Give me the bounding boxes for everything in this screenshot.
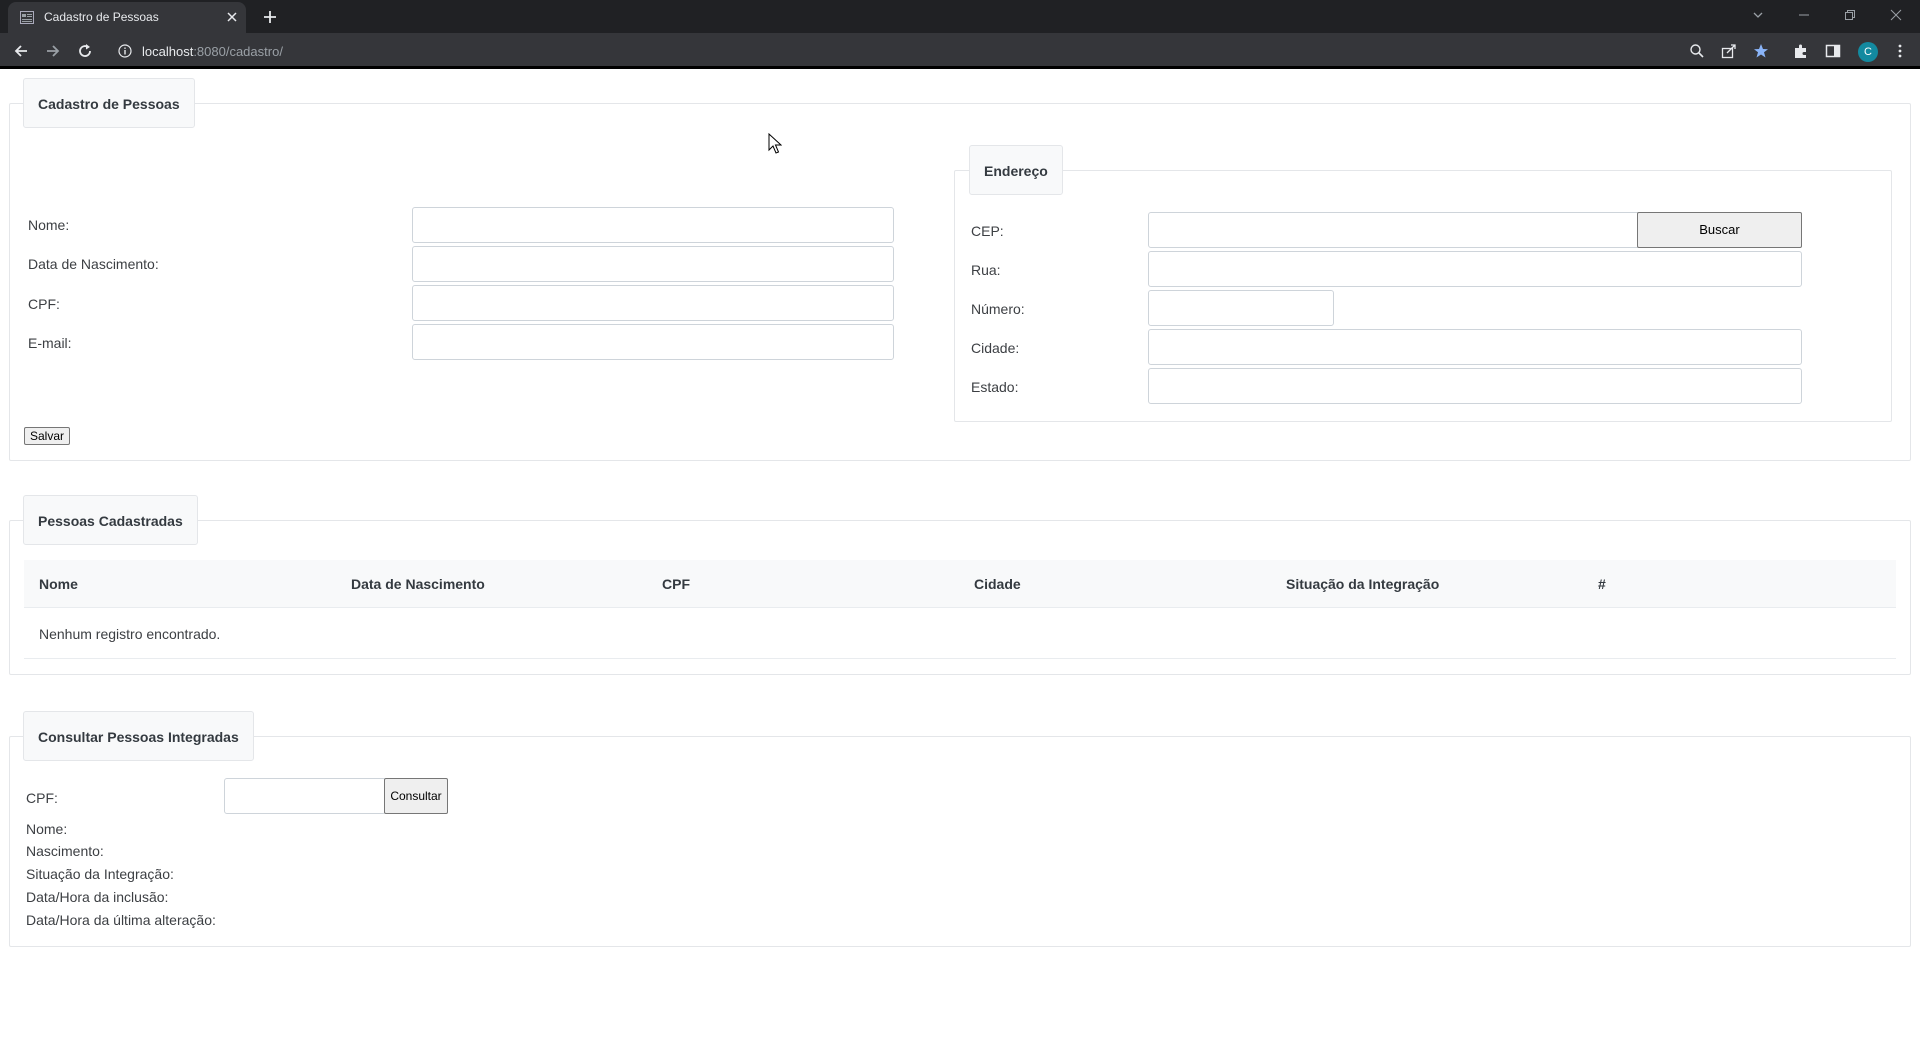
salvar-button[interactable]: Salvar [24, 427, 71, 445]
consulta-legend: Consultar Pessoas Integradas [23, 711, 254, 761]
endereco-legend: Endereço [969, 145, 1063, 195]
mouse-cursor-icon [768, 133, 782, 154]
numero-input[interactable] [1148, 290, 1334, 326]
pessoas-table-header: Nome Data de Nascimento CPF Cidade Situa… [24, 560, 1896, 608]
column-header-nome[interactable]: Nome [39, 576, 78, 592]
consulta-inclusao-label: Data/Hora da inclusão: [26, 889, 169, 905]
address-bar[interactable]: localhost:8080/cadastro/ [110, 38, 1770, 64]
close-window-icon[interactable] [1873, 0, 1919, 30]
rua-label: Rua: [971, 262, 1001, 278]
cidade-input[interactable] [1148, 329, 1802, 365]
estado-input[interactable] [1148, 368, 1802, 404]
column-header-cidade[interactable]: Cidade [974, 576, 1021, 592]
consulta-cpf-input[interactable] [224, 778, 386, 814]
url-text: localhost:8080/cadastro/ [142, 44, 283, 59]
rua-input[interactable] [1148, 251, 1802, 287]
new-tab-plus-icon[interactable] [256, 5, 284, 29]
tab-search-chevron-icon[interactable] [1735, 0, 1781, 30]
consulta-nascimento-label: Nascimento: [26, 843, 104, 859]
email-label: E-mail: [28, 335, 72, 351]
cidade-label: Cidade: [971, 340, 1020, 356]
consulta-cpf-label: CPF: [26, 790, 58, 806]
table-row: Nenhum registro encontrado. [24, 609, 1896, 659]
nome-label: Nome: [28, 217, 70, 233]
consulta-alteracao-label: Data/Hora da última alteração: [26, 912, 216, 928]
consulta-card [9, 736, 1911, 947]
reload-icon[interactable] [76, 42, 94, 60]
cpf-input[interactable] [412, 285, 894, 321]
share-icon[interactable] [1721, 43, 1737, 59]
column-header-situacao[interactable]: Situação da Integração [1286, 576, 1439, 592]
browser-toolbar: localhost:8080/cadastro/ C [0, 33, 1920, 69]
estado-label: Estado: [971, 379, 1019, 395]
restore-icon[interactable] [1827, 0, 1873, 30]
column-header-nascimento[interactable]: Data de Nascimento [351, 576, 485, 592]
numero-label: Número: [971, 301, 1025, 317]
browser-tab-strip: Cadastro de Pessoas [0, 0, 1920, 33]
site-info-icon[interactable] [118, 44, 132, 58]
buscar-button[interactable]: Buscar [1637, 212, 1802, 248]
cep-label: CEP: [971, 223, 1004, 239]
column-header-cpf[interactable]: CPF [662, 576, 690, 592]
nascimento-input[interactable] [412, 246, 894, 282]
empty-table-message: Nenhum registro encontrado. [39, 626, 221, 642]
nascimento-label: Data de Nascimento: [28, 256, 159, 272]
consultar-button[interactable]: Consultar [384, 778, 448, 814]
more-menu-icon[interactable] [1892, 43, 1908, 59]
nome-input[interactable] [412, 207, 894, 243]
forward-arrow-icon[interactable] [44, 42, 62, 60]
back-arrow-icon[interactable] [12, 42, 30, 60]
extensions-puzzle-icon[interactable] [1793, 43, 1809, 59]
cadastro-legend: Cadastro de Pessoas [23, 78, 195, 128]
pessoas-legend: Pessoas Cadastradas [23, 495, 198, 545]
page-favicon-icon [20, 11, 34, 24]
browser-tab[interactable]: Cadastro de Pessoas [8, 2, 246, 33]
profile-avatar[interactable]: C [1858, 42, 1878, 62]
cpf-label: CPF: [28, 296, 60, 312]
minimize-icon[interactable] [1781, 0, 1827, 30]
bookmark-star-icon[interactable] [1753, 43, 1769, 59]
zoom-icon[interactable] [1689, 43, 1705, 59]
email-input[interactable] [412, 324, 894, 360]
page-content: Cadastro de Pessoas Nome: Data de Nascim… [0, 72, 1920, 1040]
consulta-nome-label: Nome: [26, 821, 68, 837]
column-header-actions: # [1598, 576, 1606, 592]
consulta-situacao-label: Situação da Integração: [26, 866, 174, 882]
tab-close-icon[interactable] [226, 11, 238, 23]
cep-input[interactable] [1148, 212, 1640, 248]
side-panel-icon[interactable] [1825, 43, 1841, 59]
tab-title: Cadastro de Pessoas [44, 10, 159, 24]
